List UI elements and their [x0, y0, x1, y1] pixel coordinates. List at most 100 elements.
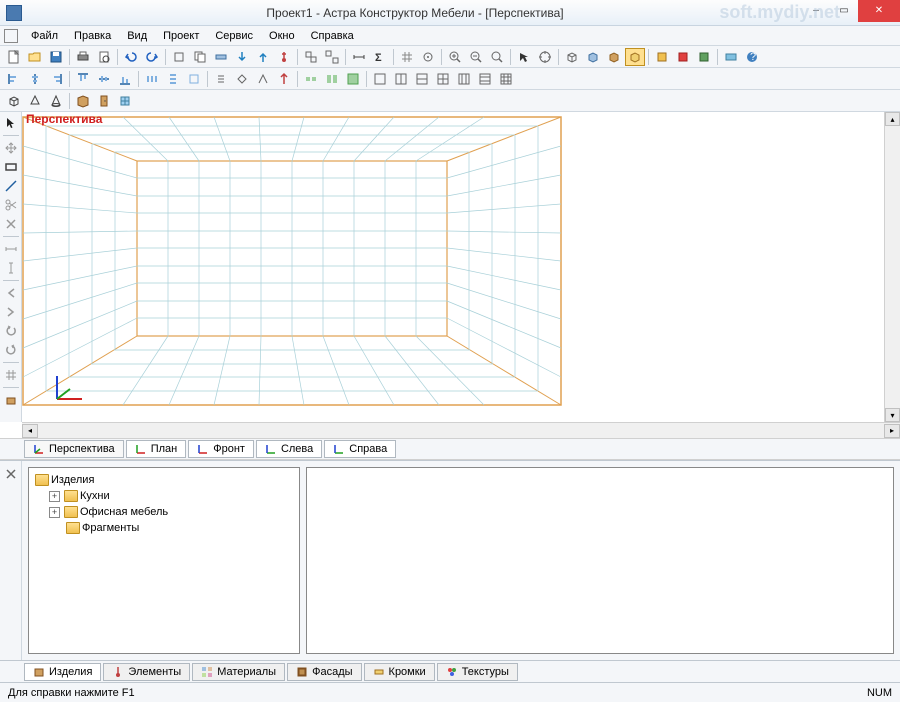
layout2-button[interactable] [391, 70, 411, 88]
dim-v-button[interactable] [2, 259, 20, 277]
room-button[interactable] [73, 92, 93, 110]
furniture-button[interactable] [2, 391, 20, 409]
ungroup-button[interactable] [322, 48, 342, 66]
cone-button[interactable] [46, 92, 66, 110]
control-menu-icon[interactable] [4, 29, 18, 43]
scroll-left-button[interactable]: ◂ [22, 424, 38, 438]
tree-root[interactable]: Изделия [33, 472, 295, 488]
expand-icon[interactable]: + [49, 491, 60, 502]
rotate-cw-button[interactable] [2, 341, 20, 359]
dim-h-button[interactable] [2, 240, 20, 258]
layout5-button[interactable] [454, 70, 474, 88]
btab-edges[interactable]: Кромки [364, 663, 435, 681]
window-button[interactable] [115, 92, 135, 110]
arrow-button[interactable] [514, 48, 534, 66]
view-right-button[interactable] [2, 303, 20, 321]
viewport-3d[interactable]: Перспектива [22, 112, 884, 422]
print-button[interactable] [73, 48, 93, 66]
layout7-button[interactable] [496, 70, 516, 88]
tree-item-office[interactable]: + Офисная мебель [33, 504, 295, 520]
op1-button[interactable] [211, 70, 231, 88]
distribute-c-button[interactable] [184, 70, 204, 88]
scissors-button[interactable] [2, 196, 20, 214]
move-up-button[interactable] [253, 48, 273, 66]
zoom-fit-button[interactable] [487, 48, 507, 66]
distribute-v-button[interactable] [163, 70, 183, 88]
menu-help[interactable]: Справка [304, 28, 361, 44]
tool-b-button[interactable] [211, 48, 231, 66]
menu-service[interactable]: Сервис [208, 28, 260, 44]
scroll-down-button[interactable]: ▾ [885, 408, 900, 422]
redo-button[interactable] [142, 48, 162, 66]
door-button[interactable] [94, 92, 114, 110]
layout4-button[interactable] [433, 70, 453, 88]
tab-front[interactable]: Фронт [188, 440, 254, 458]
tab-plan[interactable]: План [126, 440, 187, 458]
menu-edit[interactable]: Правка [67, 28, 118, 44]
move-down-button[interactable] [232, 48, 252, 66]
menu-window[interactable]: Окно [262, 28, 302, 44]
align-right-button[interactable] [46, 70, 66, 88]
vertical-scrollbar[interactable]: ▴ ▾ [884, 112, 900, 422]
btab-materials[interactable]: Материалы [192, 663, 285, 681]
maximize-button[interactable]: ▭ [830, 0, 858, 22]
width-button[interactable] [349, 48, 369, 66]
render-button[interactable] [625, 48, 645, 66]
grid-toggle-button[interactable] [2, 366, 20, 384]
cut-button[interactable] [2, 215, 20, 233]
size2-button[interactable] [322, 70, 342, 88]
help-button[interactable]: ? [742, 48, 762, 66]
menu-project[interactable]: Проект [156, 28, 206, 44]
op4-button[interactable] [274, 70, 294, 88]
zoom-out-button[interactable] [466, 48, 486, 66]
tool-c1-button[interactable] [652, 48, 672, 66]
tree-item-fragments[interactable]: Фрагменты [33, 520, 295, 536]
wireframe-button[interactable] [562, 48, 582, 66]
size1-button[interactable] [301, 70, 321, 88]
layout1-button[interactable] [370, 70, 390, 88]
tab-perspective[interactable]: Перспектива [24, 440, 124, 458]
align-center-h-button[interactable] [25, 70, 45, 88]
view-left-button[interactable] [2, 284, 20, 302]
align-left-button[interactable] [4, 70, 24, 88]
snap-button[interactable] [418, 48, 438, 66]
layout3-button[interactable] [412, 70, 432, 88]
tool-c3-button[interactable] [694, 48, 714, 66]
pointer-button[interactable] [2, 114, 20, 132]
save-button[interactable] [46, 48, 66, 66]
line-button[interactable] [2, 177, 20, 195]
tab-left[interactable]: Слева [256, 440, 322, 458]
pin-button[interactable] [274, 48, 294, 66]
distribute-h-button[interactable] [142, 70, 162, 88]
scroll-up-button[interactable]: ▴ [885, 112, 900, 126]
close-panel-button[interactable] [2, 465, 20, 483]
prism-button[interactable] [25, 92, 45, 110]
pan-button[interactable] [2, 139, 20, 157]
align-bottom-button[interactable] [115, 70, 135, 88]
scroll-right-button[interactable]: ▸ [884, 424, 900, 438]
op3-button[interactable] [253, 70, 273, 88]
tool-d1-button[interactable] [721, 48, 741, 66]
align-middle-button[interactable] [94, 70, 114, 88]
minimize-button[interactable]: – [802, 0, 830, 22]
menu-file[interactable]: Файл [24, 28, 65, 44]
shaded-button[interactable] [583, 48, 603, 66]
tab-right[interactable]: Справа [324, 440, 396, 458]
tree-item-kitchens[interactable]: + Кухни [33, 488, 295, 504]
size3-button[interactable] [343, 70, 363, 88]
tree-pane[interactable]: Изделия + Кухни + Офисная мебель Фрагмен… [28, 467, 300, 654]
horizontal-scrollbar[interactable]: ◂ ▸ [22, 422, 900, 438]
close-button[interactable]: ✕ [858, 0, 900, 22]
copy-button[interactable] [190, 48, 210, 66]
btab-facades[interactable]: Фасады [287, 663, 361, 681]
expand-icon[interactable]: + [49, 507, 60, 518]
print-preview-button[interactable] [94, 48, 114, 66]
new-button[interactable] [4, 48, 24, 66]
align-top-button[interactable] [73, 70, 93, 88]
rotate-ccw-button[interactable] [2, 322, 20, 340]
tool-c2-button[interactable] [673, 48, 693, 66]
btab-products[interactable]: Изделия [24, 663, 101, 681]
rect-button[interactable] [2, 158, 20, 176]
sigma-button[interactable]: Σ [370, 48, 390, 66]
zoom-in-button[interactable] [445, 48, 465, 66]
